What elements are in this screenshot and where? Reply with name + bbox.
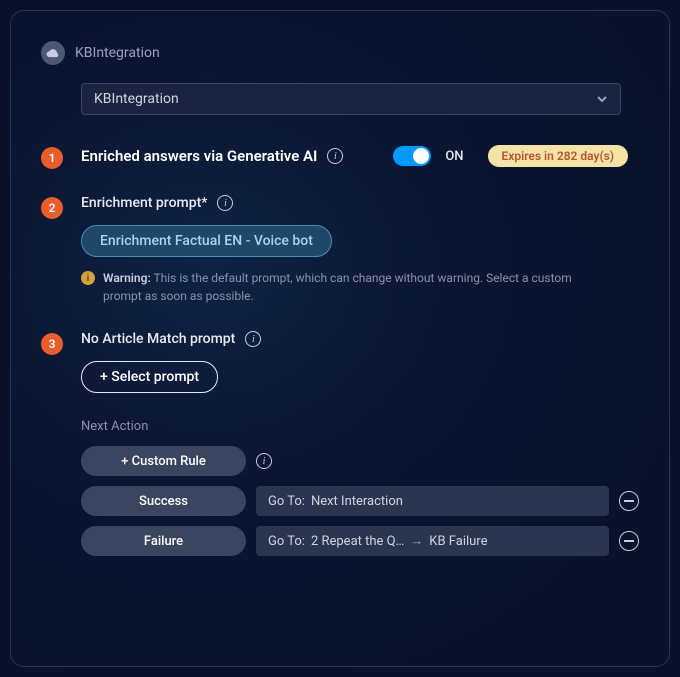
integration-select[interactable]: KBIntegration [81, 83, 621, 115]
failure-prefix: Go To: [268, 534, 305, 549]
expires-badge: Expires in 282 day(s) [488, 145, 629, 167]
success-prefix: Go To: [268, 494, 305, 509]
warning-icon: i [81, 271, 95, 285]
cloud-icon [41, 41, 65, 65]
section-enriched-answers: 1 Enriched answers via Generative AI i O… [41, 145, 639, 169]
enrichment-prompt-button[interactable]: Enrichment Factual EN - Voice bot [81, 225, 332, 257]
custom-rule-button[interactable]: + Custom Rule [81, 446, 246, 476]
select-prompt-button[interactable]: + Select prompt [81, 361, 218, 393]
section-no-match-prompt: 3 No Article Match prompt i + Select pro… [41, 331, 639, 393]
chevron-down-icon [596, 93, 608, 105]
info-icon[interactable]: i [245, 331, 261, 347]
enriched-toggle-label: ON [445, 149, 463, 164]
remove-icon[interactable] [619, 491, 639, 511]
success-button[interactable]: Success [81, 486, 246, 516]
info-icon[interactable]: i [256, 453, 272, 469]
next-action-title: Next Action [81, 419, 639, 434]
warning-text: This is the default prompt, which can ch… [103, 271, 572, 303]
section-enrichment-prompt: 2 Enrichment prompt* i Enrichment Factua… [41, 195, 639, 305]
step-badge-2: 2 [41, 197, 63, 219]
arrow-right-icon: → [410, 533, 423, 549]
panel-title: KBIntegration [75, 45, 160, 61]
enrichment-prompt-button-label: Enrichment Factual EN - Voice bot [100, 233, 313, 249]
enriched-toggle[interactable] [393, 146, 431, 166]
step-badge-1: 1 [41, 147, 63, 169]
panel-title-row: KBIntegration [41, 41, 639, 65]
success-value: Next Interaction [311, 494, 403, 509]
remove-icon[interactable] [619, 531, 639, 551]
success-target-field[interactable]: Go To: Next Interaction [256, 486, 609, 516]
info-icon[interactable]: i [327, 148, 343, 164]
integration-select-value: KBIntegration [94, 91, 179, 107]
select-prompt-button-label: + Select prompt [100, 369, 199, 385]
failure-target-field[interactable]: Go To: 2 Repeat the Q… → KB Failure [256, 526, 609, 556]
nomatch-heading: No Article Match prompt [81, 331, 235, 347]
step-badge-3: 3 [41, 333, 63, 355]
custom-rule-button-label: + Custom Rule [121, 454, 206, 469]
enrichment-heading: Enrichment prompt* [81, 195, 207, 211]
next-action-row-failure: Failure Go To: 2 Repeat the Q… → KB Fail… [81, 526, 639, 556]
info-icon[interactable]: i [217, 195, 233, 211]
integration-select-row: KBIntegration [81, 83, 639, 115]
failure-button-label: Failure [144, 534, 183, 549]
warning-label: Warning: [103, 271, 151, 285]
next-action-section: Next Action + Custom Rule i Success Go T… [81, 419, 639, 556]
warning-block: i Warning: This is the default prompt, w… [81, 269, 601, 305]
success-button-label: Success [139, 494, 188, 509]
enriched-heading: Enriched answers via Generative AI [81, 147, 317, 165]
failure-button[interactable]: Failure [81, 526, 246, 556]
failure-chain: KB Failure [429, 534, 487, 549]
kb-integration-panel: KBIntegration KBIntegration 1 Enriched a… [10, 10, 670, 667]
failure-value: 2 Repeat the Q… [311, 534, 404, 549]
next-action-row-success: Success Go To: Next Interaction [81, 486, 639, 516]
